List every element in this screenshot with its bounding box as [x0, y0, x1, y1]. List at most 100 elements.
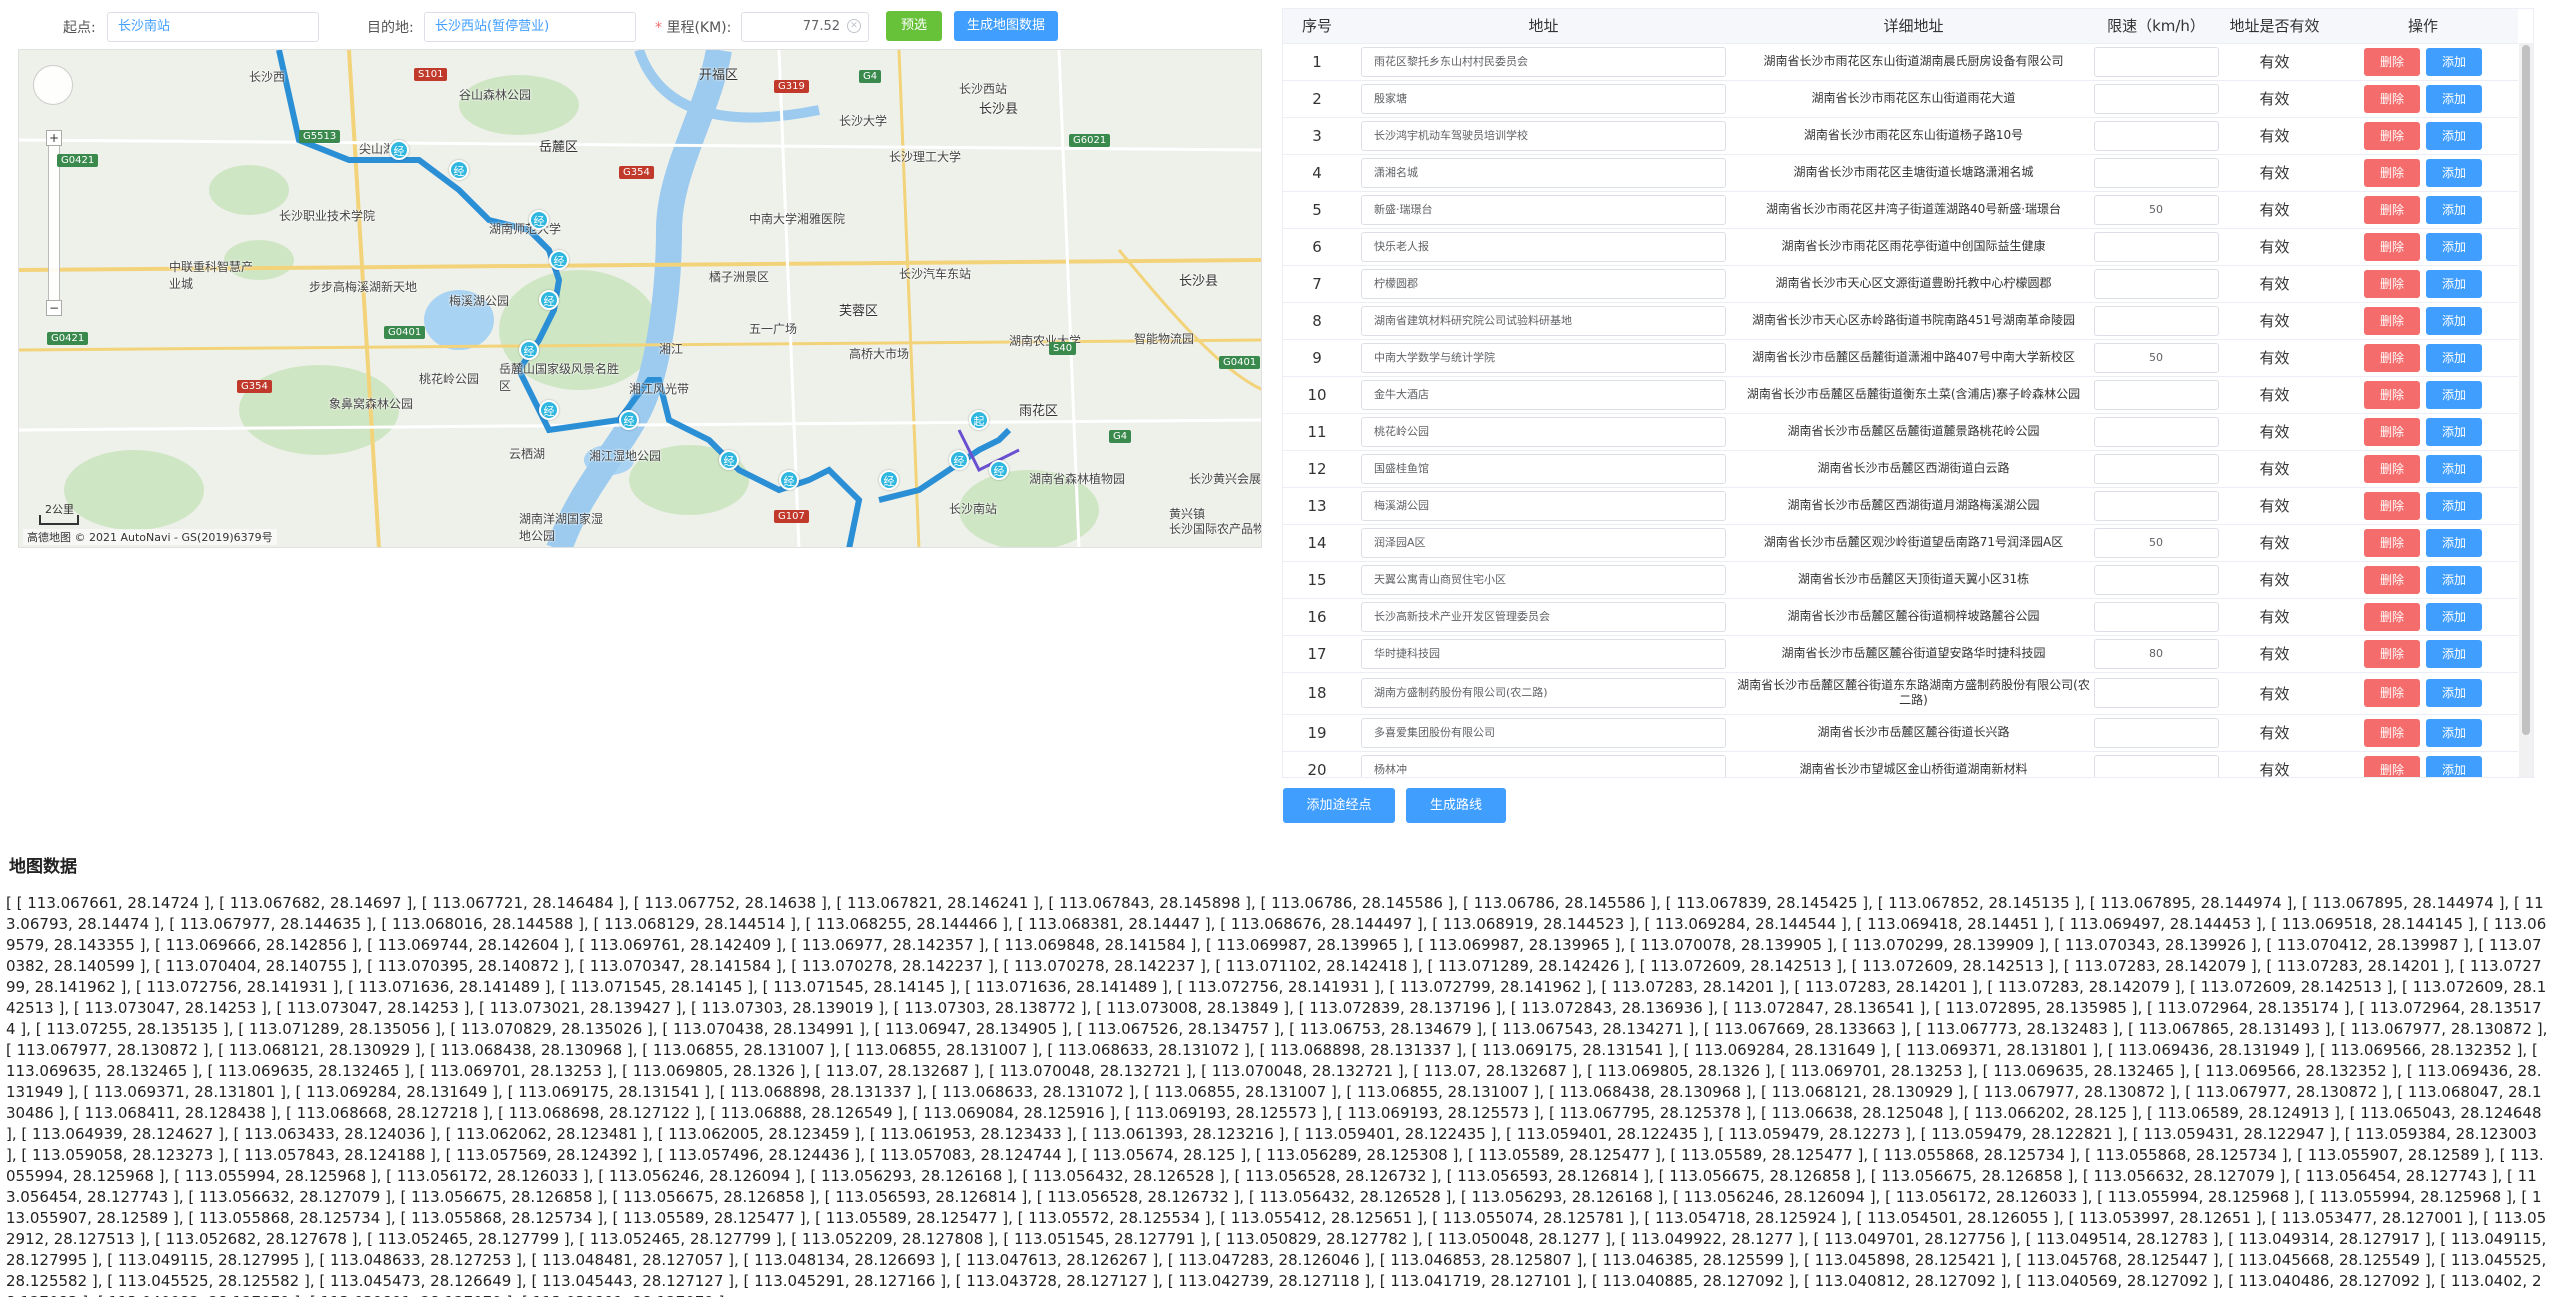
delete-button[interactable]: 删除 [2364, 528, 2420, 557]
add-button[interactable]: 添加 [2426, 121, 2482, 150]
delete-button[interactable]: 删除 [2364, 454, 2420, 483]
delete-button[interactable]: 删除 [2364, 718, 2420, 747]
speed-input[interactable] [2093, 717, 2219, 748]
add-button[interactable]: 添加 [2426, 639, 2482, 668]
address-input[interactable]: 湖南方盛制药股份有限公司(农二路) [1361, 678, 1726, 708]
waypoint-marker[interactable]: 经 [719, 450, 739, 470]
address-input[interactable]: 润泽园A区 [1361, 527, 1726, 558]
address-input[interactable]: 殷家塘 [1361, 83, 1726, 114]
delete-button[interactable]: 删除 [2364, 639, 2420, 668]
address-input[interactable]: 长沙高新技术产业开发区管理委员会 [1361, 601, 1726, 632]
add-button[interactable]: 添加 [2426, 232, 2482, 261]
address-input[interactable]: 多喜爱集团股份有限公司 [1361, 717, 1726, 748]
speed-input[interactable] [2093, 490, 2219, 521]
delete-button[interactable]: 删除 [2364, 755, 2420, 777]
speed-input[interactable]: 50 [2093, 527, 2219, 558]
add-button[interactable]: 添加 [2426, 306, 2482, 335]
scrollbar-thumb[interactable] [2522, 45, 2530, 735]
add-button[interactable]: 添加 [2426, 755, 2482, 777]
add-button[interactable]: 添加 [2426, 565, 2482, 594]
delete-button[interactable]: 删除 [2364, 679, 2420, 707]
speed-input[interactable] [2093, 157, 2219, 188]
add-waypoint-button[interactable]: 添加途经点 [1283, 788, 1395, 823]
add-button[interactable]: 添加 [2426, 718, 2482, 747]
add-button[interactable]: 添加 [2426, 269, 2482, 298]
speed-input[interactable] [2093, 83, 2219, 114]
add-button[interactable]: 添加 [2426, 158, 2482, 187]
address-input[interactable]: 天翼公寓青山商贸住宅小区 [1361, 564, 1726, 595]
speed-input[interactable] [2093, 120, 2219, 151]
address-input[interactable]: 湖南省建筑材料研究院公司试验料研基地 [1361, 305, 1726, 336]
waypoint-marker[interactable]: 经 [779, 470, 799, 490]
delete-button[interactable]: 删除 [2364, 121, 2420, 150]
speed-input[interactable] [2093, 564, 2219, 595]
delete-button[interactable]: 删除 [2364, 158, 2420, 187]
delete-button[interactable]: 删除 [2364, 565, 2420, 594]
clear-icon[interactable]: ✕ [847, 19, 861, 33]
delete-button[interactable]: 删除 [2364, 491, 2420, 520]
speed-input[interactable]: 50 [2093, 342, 2219, 373]
delete-button[interactable]: 删除 [2364, 232, 2420, 261]
address-input[interactable]: 梅溪湖公园 [1361, 490, 1726, 521]
preview-button[interactable]: 预选 [886, 11, 942, 41]
add-button[interactable]: 添加 [2426, 343, 2482, 372]
address-input[interactable]: 杨林冲 [1361, 754, 1726, 777]
address-input[interactable]: 金牛大酒店 [1361, 379, 1726, 410]
waypoint-marker[interactable]: 经 [619, 410, 639, 430]
delete-button[interactable]: 删除 [2364, 417, 2420, 446]
address-input[interactable]: 新盛·瑞璟台 [1361, 194, 1726, 225]
speed-input[interactable] [2093, 305, 2219, 336]
speed-input[interactable] [2093, 231, 2219, 262]
start-marker[interactable]: 起 [969, 410, 989, 430]
add-button[interactable]: 添加 [2426, 47, 2482, 76]
speed-input[interactable]: 50 [2093, 194, 2219, 225]
delete-button[interactable]: 删除 [2364, 602, 2420, 631]
speed-input[interactable] [2093, 453, 2219, 484]
speed-input[interactable] [2093, 601, 2219, 632]
table-scrollbar[interactable] [2519, 43, 2533, 777]
address-input[interactable]: 长沙鸿宇机动车驾驶员培训学校 [1361, 120, 1726, 151]
speed-input[interactable] [2093, 46, 2219, 77]
speed-input[interactable] [2093, 268, 2219, 299]
address-input[interactable]: 快乐老人报 [1361, 231, 1726, 262]
compass-control[interactable] [33, 65, 73, 105]
address-input[interactable]: 柠檬圆郡 [1361, 268, 1726, 299]
delete-button[interactable]: 删除 [2364, 84, 2420, 113]
address-input[interactable]: 桃花岭公园 [1361, 416, 1726, 447]
zoom-out-icon[interactable]: − [46, 300, 62, 316]
route-map[interactable]: + − 长沙西 谷山森林公园 开福区 长沙县 长沙大学 长沙理工大学 尖山湖 长… [18, 49, 1262, 548]
speed-input[interactable] [2093, 416, 2219, 447]
address-input[interactable]: 潇湘名城 [1361, 157, 1726, 188]
waypoint-marker[interactable]: 经 [529, 210, 549, 230]
speed-input[interactable]: 80 [2093, 638, 2219, 669]
waypoint-marker[interactable]: 经 [389, 140, 409, 160]
destination-input[interactable]: 长沙西站(暂停营业) [424, 12, 636, 42]
address-input[interactable]: 中南大学数学与统计学院 [1361, 342, 1726, 373]
delete-button[interactable]: 删除 [2364, 306, 2420, 335]
waypoint-marker[interactable]: 经 [879, 470, 899, 490]
add-button[interactable]: 添加 [2426, 602, 2482, 631]
waypoint-marker[interactable]: 经 [989, 460, 1009, 480]
waypoint-marker[interactable]: 经 [449, 160, 469, 180]
generate-route-button[interactable]: 生成路线 [1406, 788, 1506, 823]
address-input[interactable]: 华时捷科技园 [1361, 638, 1726, 669]
speed-input[interactable] [2093, 379, 2219, 410]
add-button[interactable]: 添加 [2426, 417, 2482, 446]
speed-input[interactable] [2093, 754, 2219, 777]
add-button[interactable]: 添加 [2426, 84, 2482, 113]
add-button[interactable]: 添加 [2426, 491, 2482, 520]
add-button[interactable]: 添加 [2426, 195, 2482, 224]
generate-map-data-button[interactable]: 生成地图数据 [954, 11, 1058, 41]
delete-button[interactable]: 删除 [2364, 47, 2420, 76]
delete-button[interactable]: 删除 [2364, 195, 2420, 224]
add-button[interactable]: 添加 [2426, 380, 2482, 409]
delete-button[interactable]: 删除 [2364, 343, 2420, 372]
address-input[interactable]: 雨花区黎托乡东山村村民委员会 [1361, 46, 1726, 77]
add-button[interactable]: 添加 [2426, 454, 2482, 483]
zoom-in-icon[interactable]: + [46, 130, 62, 146]
delete-button[interactable]: 删除 [2364, 269, 2420, 298]
add-button[interactable]: 添加 [2426, 679, 2482, 707]
waypoint-marker[interactable]: 经 [549, 250, 569, 270]
waypoint-marker[interactable]: 经 [539, 400, 559, 420]
speed-input[interactable] [2093, 678, 2219, 708]
